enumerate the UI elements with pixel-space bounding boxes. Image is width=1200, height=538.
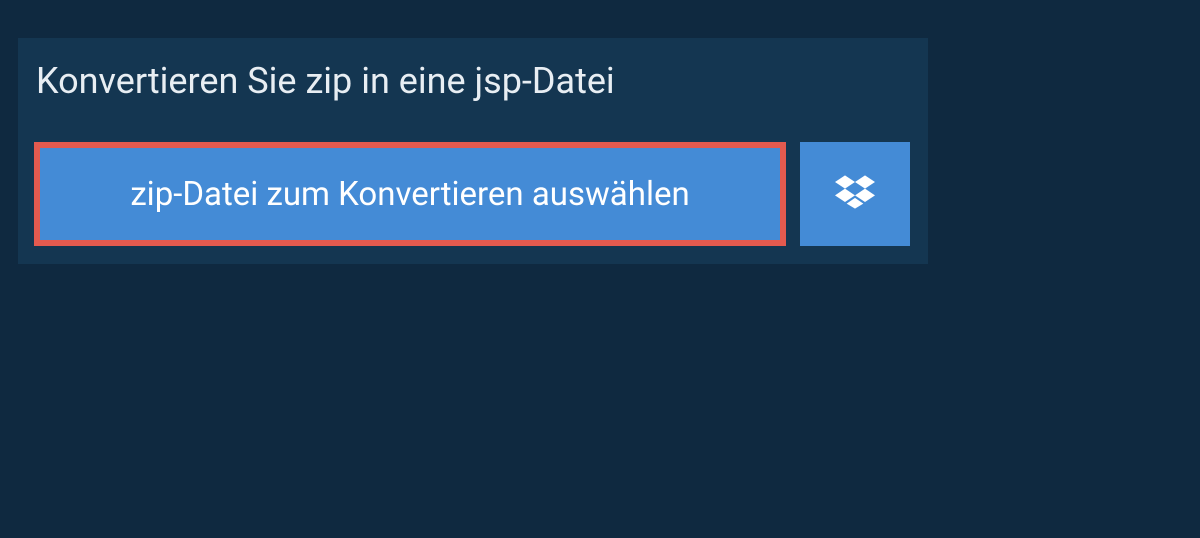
select-file-label: zip-Datei zum Konvertieren auswählen	[130, 175, 689, 214]
select-file-button[interactable]: zip-Datei zum Konvertieren auswählen	[34, 142, 786, 246]
converter-panel: Konvertieren Sie zip in eine jsp-Datei z…	[18, 38, 928, 264]
dropbox-icon	[835, 172, 875, 216]
dropbox-button[interactable]	[800, 142, 910, 246]
button-row: zip-Datei zum Konvertieren auswählen	[18, 124, 928, 264]
page-title: Konvertieren Sie zip in eine jsp-Datei	[18, 38, 738, 124]
